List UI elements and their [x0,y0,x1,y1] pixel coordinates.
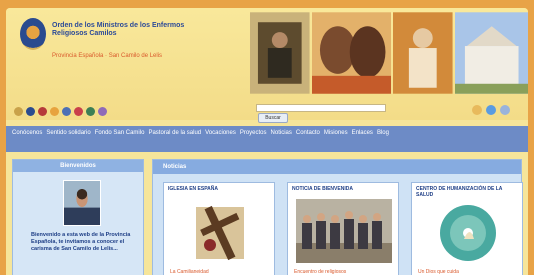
language-flag-icon[interactable] [98,107,107,116]
news-panel: Noticias IGLESIA EN ESPAÑA La Camilianei… [152,159,523,275]
card-caption[interactable]: Encuentro de religiosos [294,269,346,275]
news-card[interactable]: CENTRO DE HUMANIZACIÓN DE LA SALUD Un Di… [411,182,523,275]
language-flags [14,107,107,116]
facebook-icon[interactable] [472,105,482,115]
site-header: Orden de los Ministros de los Enfermos R… [6,8,528,123]
org-subtitle: Provincia Española · San Camilo de Lelis [52,53,163,59]
banner-photo-church [454,12,528,94]
header-banner [250,12,528,94]
card-image-cross[interactable] [172,199,268,263]
nav-item[interactable]: Blog [377,129,389,138]
banner-photo-saint [250,12,310,94]
social-icons [472,105,510,115]
welcome-text[interactable]: Bienvenido a esta web de la Provincia Es… [31,232,137,253]
page: Orden de los Ministros de los Enfermos R… [6,8,528,275]
card-image-cd-cover[interactable] [420,199,516,263]
avatar[interactable] [63,180,101,226]
language-flag-icon[interactable] [26,107,35,116]
rss-icon[interactable] [500,105,510,115]
search-button[interactable]: Buscar [258,113,288,123]
language-flag-icon[interactable] [38,107,47,116]
camillian-cross-logo-icon[interactable] [20,18,46,50]
sidebar: Bienvenidos Bienvenido a esta web de la … [12,159,144,275]
nav-item[interactable]: Contacto [296,129,320,138]
search-input[interactable] [256,104,386,112]
language-flag-icon[interactable] [14,107,23,116]
banner-photo-children [311,12,391,94]
language-flag-icon[interactable] [50,107,59,116]
news-title: Noticias [153,160,521,174]
nav-item[interactable]: Noticias [271,129,292,138]
language-flag-icon[interactable] [74,107,83,116]
main-nav: Conócenos Sentido solidario Fondo San Cami… [6,126,528,152]
nav-item[interactable]: Vocaciones [205,129,236,138]
nav-item[interactable]: Enlaces [352,129,373,138]
card-image-group-photo[interactable] [296,199,392,263]
nav-item[interactable]: Misiones [324,129,348,138]
sidebar-title: Bienvenidos [13,160,143,172]
org-name[interactable]: Orden de los Ministros de los Enfermos R… [52,22,202,38]
language-flag-icon[interactable] [86,107,95,116]
news-card[interactable]: IGLESIA EN ESPAÑA La Camilianeidad [163,182,275,275]
nav-item[interactable]: Sentido solidario [46,129,90,138]
card-caption[interactable]: La Camilianeidad [170,269,209,275]
language-flag-icon[interactable] [62,107,71,116]
card-title[interactable]: IGLESIA EN ESPAÑA [164,183,274,195]
news-card[interactable]: NOTICIA DE BIENVENIDA Encuentro de relig… [287,182,399,275]
nav-item[interactable]: Proyectos [240,129,267,138]
twitter-icon[interactable] [486,105,496,115]
nav-item[interactable]: Fondo San Camilo [95,129,145,138]
card-caption[interactable]: Un Dios que cuida [418,269,459,275]
news-cards: IGLESIA EN ESPAÑA La Camilianeidad NOTIC… [163,182,523,275]
card-title[interactable]: NOTICIA DE BIENVENIDA [288,183,398,195]
banner-photo-statue [392,12,453,94]
nav-item[interactable]: Conócenos [12,129,42,138]
nav-list: Conócenos Sentido solidario Fondo San Cami… [12,129,522,138]
nav-item[interactable]: Pastoral de la salud [148,129,201,138]
